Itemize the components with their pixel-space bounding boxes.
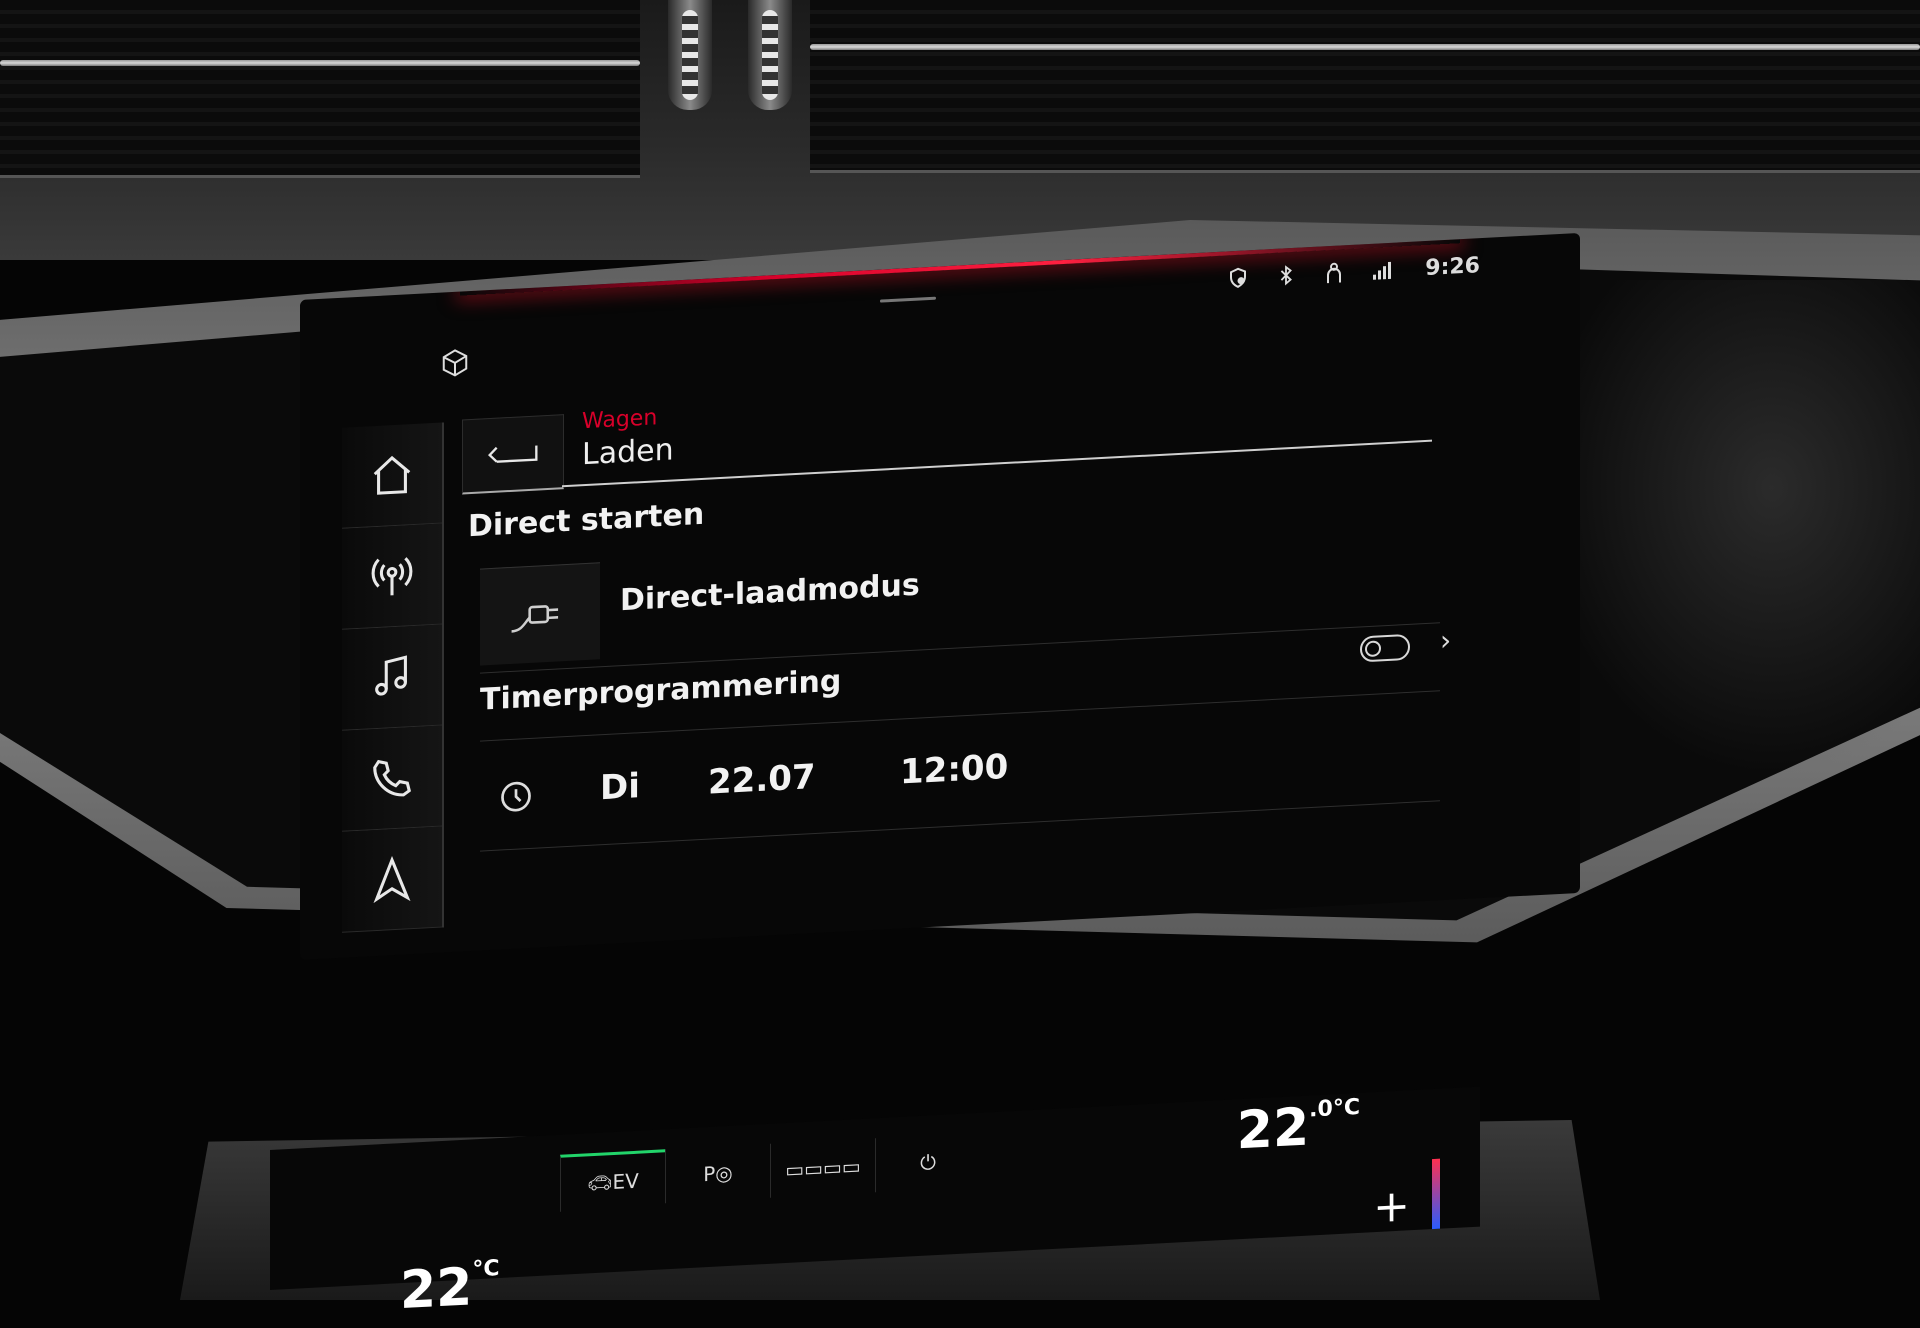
phone-icon	[373, 759, 411, 797]
seat-heating-icon: ▭▭▭▭	[785, 1154, 861, 1182]
temperature-left[interactable]: 22°C	[400, 1256, 500, 1321]
climate-tab-parking[interactable]: P ◎	[665, 1143, 770, 1204]
air-vent-right	[810, 0, 1920, 173]
direct-charge-tile[interactable]	[480, 562, 600, 666]
breadcrumb-parent[interactable]: Wagen	[582, 405, 657, 434]
chevron-right-icon[interactable]: ›	[1440, 624, 1451, 658]
timer-time[interactable]: 12:00	[900, 747, 1008, 793]
timer-toggle[interactable]	[1360, 633, 1410, 663]
back-button[interactable]	[462, 414, 564, 495]
passenger-icon	[1321, 259, 1347, 286]
timer-date[interactable]: 22.07	[708, 757, 816, 803]
ev-car-icon: 🚗︎	[587, 1170, 613, 1196]
bluetooth-icon	[1273, 262, 1299, 289]
pull-down-handle[interactable]	[880, 296, 936, 303]
temperature-slider[interactable]	[1432, 1158, 1440, 1230]
sidebar-item-radio[interactable]	[342, 523, 442, 630]
vent-trim-left	[0, 60, 640, 66]
navigation-icon	[373, 855, 411, 904]
climate-tab-defrost[interactable]: ⏻	[875, 1132, 980, 1193]
sidebar-item-navigation[interactable]	[342, 826, 442, 933]
signal-icon	[1369, 257, 1395, 284]
timer-day[interactable]: Di	[600, 766, 640, 808]
vent-knob-right[interactable]	[748, 0, 792, 110]
climate-tab-parking-label: P	[703, 1161, 716, 1187]
temperature-left-value: 22	[400, 1257, 473, 1322]
music-icon	[375, 655, 407, 696]
header-divider	[562, 439, 1432, 488]
charging-plug-icon	[511, 605, 559, 633]
sidebar-item-home[interactable]	[342, 422, 442, 529]
temperature-right-value: 22	[1236, 1097, 1310, 1162]
radio-icon	[371, 557, 413, 596]
divider-3	[480, 800, 1440, 852]
parking-sensor-icon: ◎	[715, 1160, 733, 1186]
status-bar: 9:26	[1225, 250, 1480, 293]
infotainment-screen: 9:26 Wagen Laden Direct starten Direct-l…	[300, 232, 1580, 961]
cube-icon[interactable]	[440, 347, 470, 379]
vent-knob-left[interactable]	[668, 0, 712, 110]
sidebar-item-phone[interactable]	[342, 725, 442, 832]
page-title: Laden	[582, 432, 674, 473]
temperature-right-decimal: .0	[1309, 1096, 1333, 1123]
air-vent-left	[0, 0, 640, 178]
home-icon	[373, 455, 411, 495]
section-title-timer[interactable]: Timerprogrammering	[480, 664, 841, 718]
climate-tab-seat-heating[interactable]: ▭▭▭▭	[770, 1138, 875, 1198]
timer-clock-icon	[498, 778, 538, 820]
direct-charge-mode-label[interactable]: Direct-laadmodus	[620, 568, 920, 619]
temperature-left-unit: °C	[472, 1255, 500, 1283]
section-title-direct-start: Direct starten	[468, 496, 705, 545]
sidebar-item-music[interactable]	[342, 624, 442, 731]
status-clock: 9:26	[1425, 252, 1480, 281]
power-icon: ⏻	[920, 1150, 936, 1175]
vent-trim-right	[810, 44, 1920, 50]
main-sidebar	[342, 422, 444, 933]
temperature-right[interactable]: 22.0°C	[1237, 1095, 1360, 1161]
climate-tab-ev-label: EV	[612, 1168, 639, 1195]
temperature-right-unit: °C	[1332, 1094, 1360, 1122]
temperature-plus-button[interactable]: +	[1373, 1180, 1410, 1233]
bezel-glare	[1520, 280, 1920, 800]
divider-1	[480, 622, 1440, 674]
location-shield-icon	[1225, 264, 1251, 291]
climate-tab-ev[interactable]: 🚗︎ EV	[560, 1149, 665, 1212]
dashboard-top	[0, 0, 1920, 260]
climate-tabs: 🚗︎ EV P ◎ ▭▭▭▭ ⏻	[560, 1132, 980, 1212]
back-arrow-icon	[488, 445, 538, 463]
